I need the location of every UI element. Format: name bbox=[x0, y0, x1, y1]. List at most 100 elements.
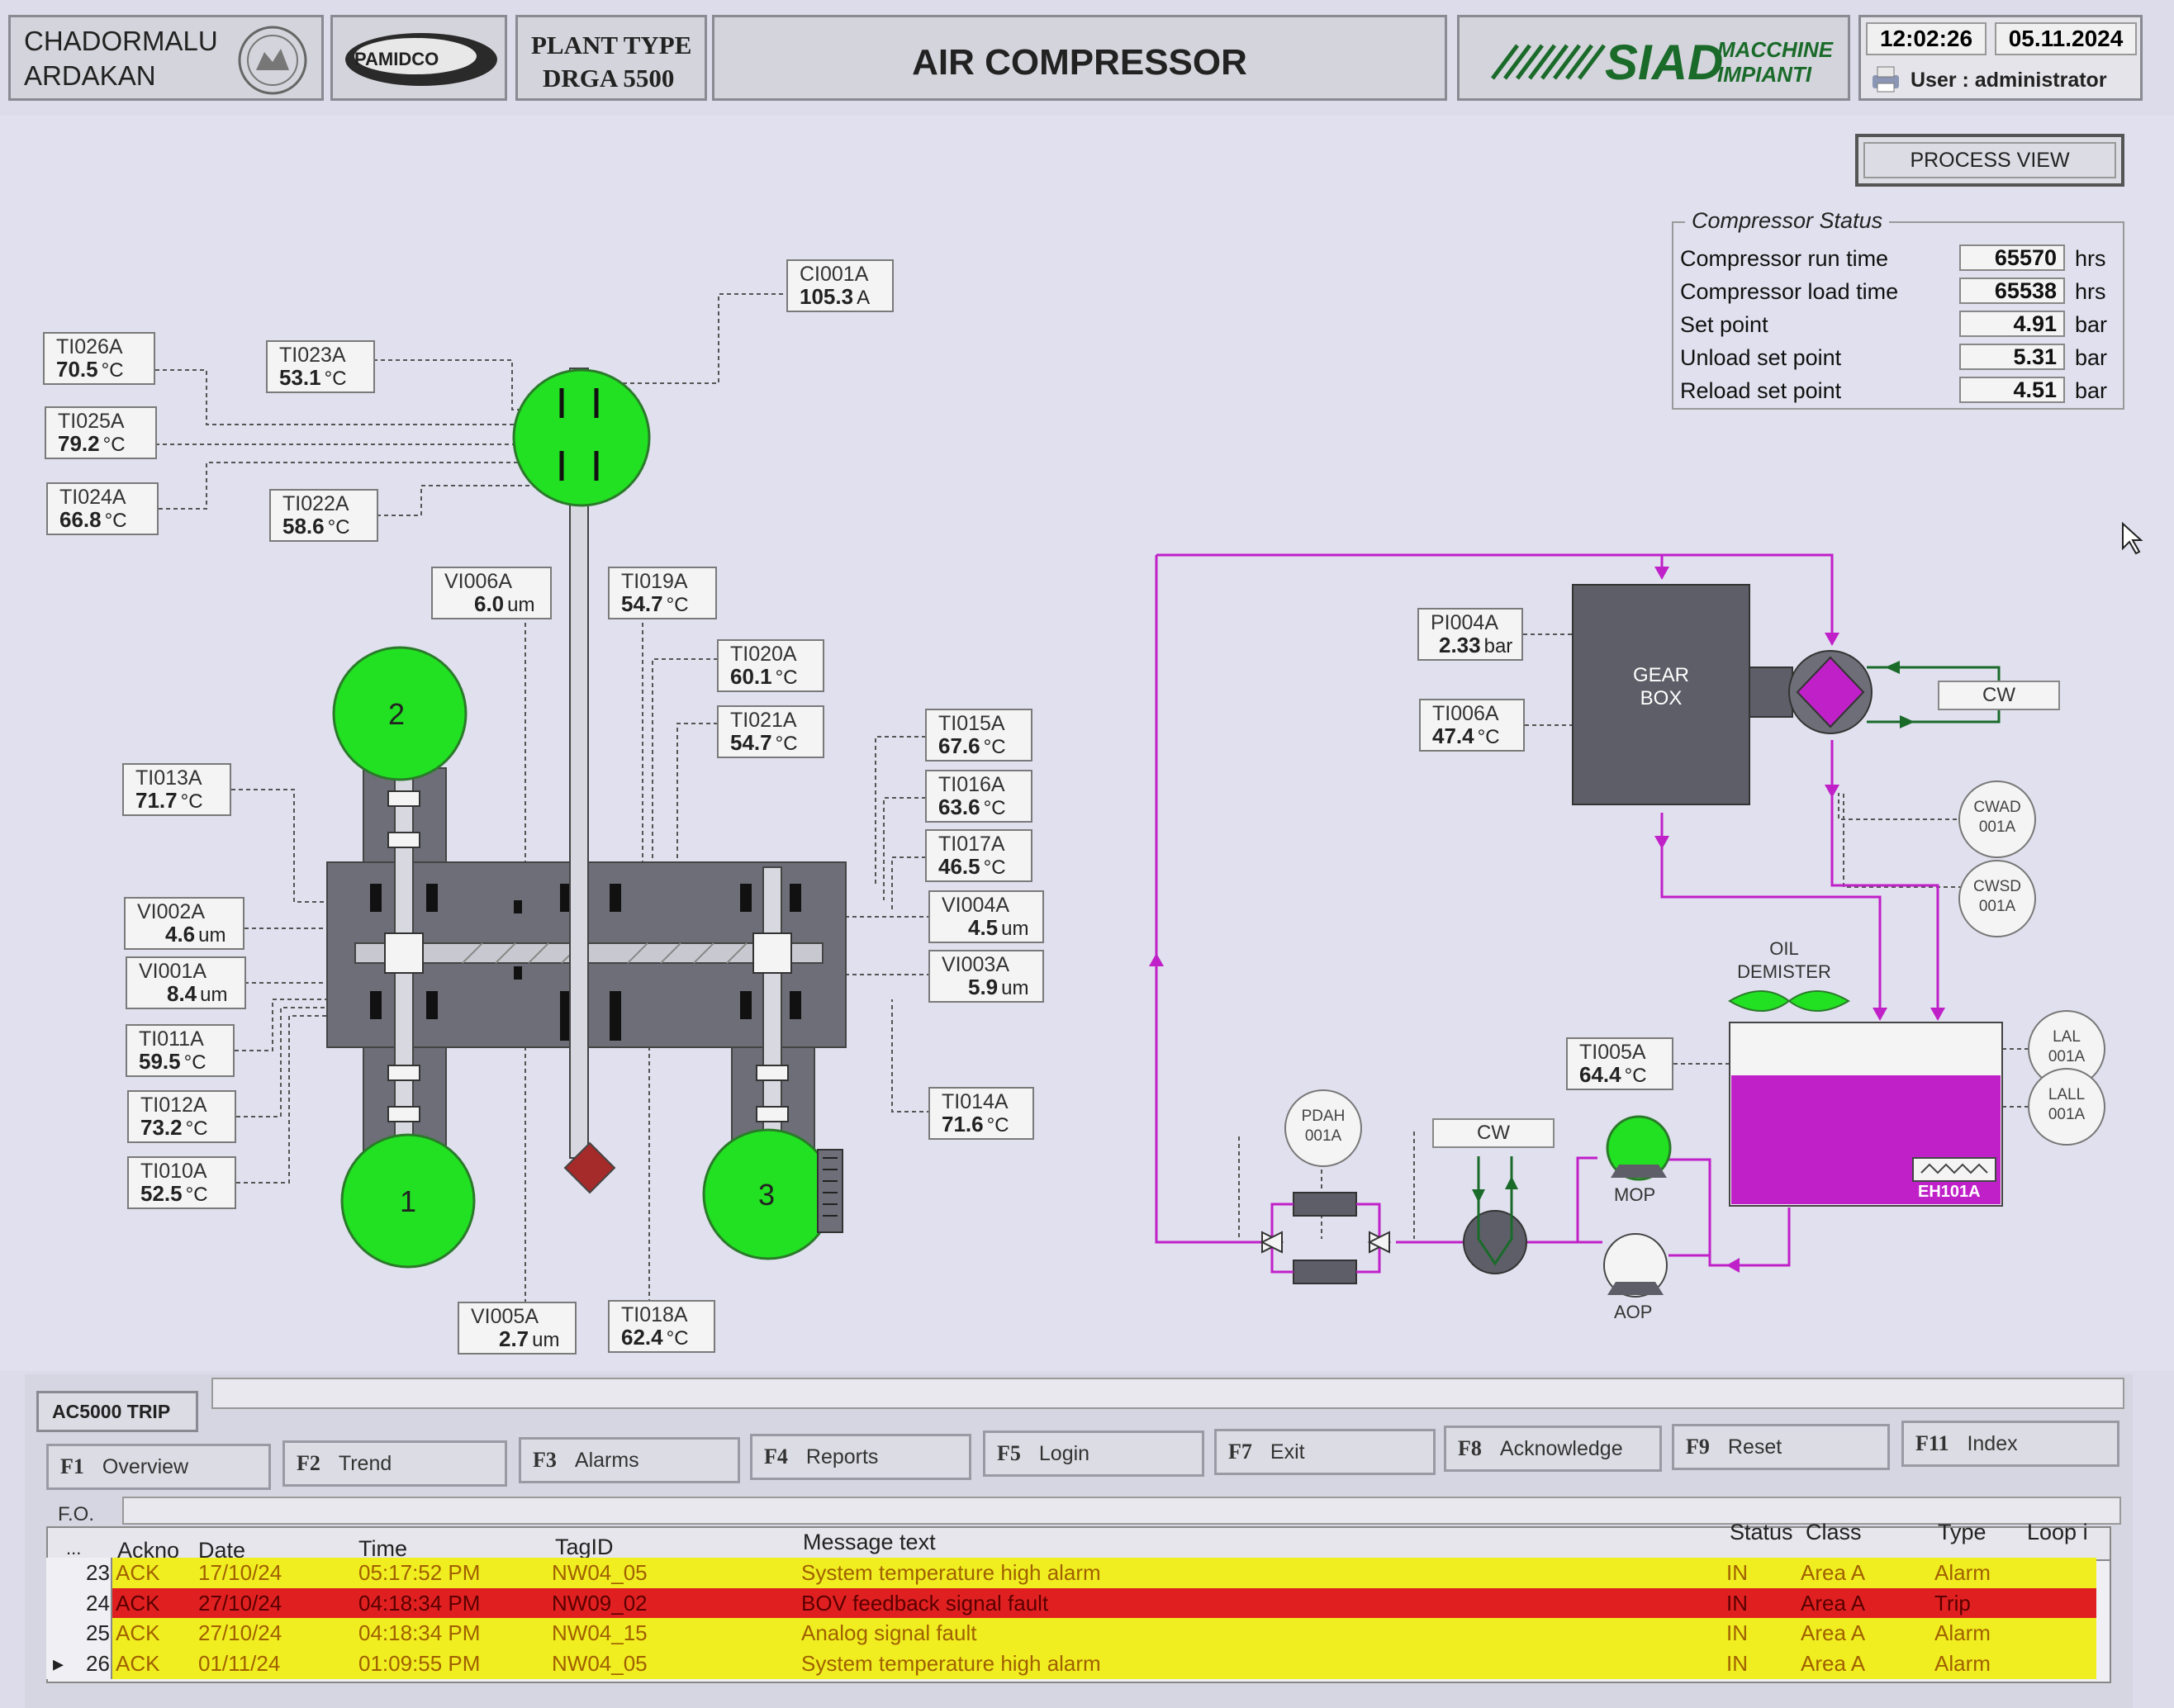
tag-PI004A[interactable]: PI004A 2.33 bar bbox=[1417, 608, 1523, 661]
stage-1-label: 1 bbox=[400, 1184, 417, 1218]
tag-value-group: 54.7 °C bbox=[730, 732, 798, 754]
tag-VI002A[interactable]: VI002A 4.6 um bbox=[124, 897, 244, 950]
gearbox-label-line2: BOX bbox=[1640, 687, 1683, 709]
tag-TI025A[interactable]: TI025A 79.2 °C bbox=[45, 406, 157, 459]
alarm-row[interactable]: 25 ACK 27/10/24 04:18:34 PM NW04_15 Analog si… bbox=[46, 1618, 2096, 1649]
fkey-code: F8 bbox=[1458, 1436, 1482, 1460]
f3-alarms-button[interactable]: F3 Alarms bbox=[519, 1437, 740, 1483]
fkey-code: F5 bbox=[997, 1441, 1021, 1465]
tag-TI026A[interactable]: TI026A 70.5 °C bbox=[43, 332, 155, 385]
demister-label-line2: DEMISTER bbox=[1737, 961, 1831, 982]
siad-logo-icon bbox=[1491, 44, 1606, 80]
tag-TI020A[interactable]: TI020A 60.1 °C bbox=[717, 639, 824, 692]
tag-id: TI018A bbox=[621, 1303, 688, 1326]
tag-TI017A[interactable]: TI017A 46.5 °C bbox=[925, 829, 1032, 882]
tag-value-group: 2.33 bar bbox=[1439, 634, 1512, 657]
tag-TI014A[interactable]: TI014A 71.6 °C bbox=[928, 1087, 1034, 1140]
tag-VI005A[interactable]: VI005A 2.7 um bbox=[458, 1302, 577, 1355]
tag-unit: °C bbox=[983, 856, 1006, 879]
tag-TI005A[interactable]: TI005A 64.4 °C bbox=[1566, 1037, 1673, 1090]
col-header-class[interactable]: Class bbox=[1806, 1520, 1862, 1545]
tag-VI003A[interactable]: VI003A 5.9 um bbox=[928, 950, 1044, 1003]
tag-CI001A[interactable]: CI001A 105.3 A bbox=[786, 259, 894, 312]
col-header-index[interactable]: ... bbox=[66, 1538, 81, 1559]
tag-TI006A[interactable]: TI006A 47.4 °C bbox=[1419, 699, 1525, 752]
tag-id: TI006A bbox=[1432, 702, 1499, 725]
alarm-row[interactable]: ▸ 26 ACK 01/11/24 01:09:55 PM NW04_05 System t… bbox=[46, 1648, 2096, 1679]
col-header-message[interactable]: Message text bbox=[803, 1530, 936, 1555]
tag-value: 63.6 bbox=[938, 795, 980, 819]
tag-VI006A[interactable]: VI006A 6.0 um bbox=[431, 567, 552, 619]
tag-TI010A[interactable]: TI010A 52.5 °C bbox=[127, 1156, 236, 1209]
col-header-type[interactable]: Type bbox=[1938, 1520, 1987, 1545]
tag-TI016A[interactable]: TI016A 63.6 °C bbox=[925, 770, 1032, 823]
alarm-row-number: 23 bbox=[86, 1560, 110, 1585]
tag-TI013A[interactable]: TI013A 71.7 °C bbox=[122, 763, 231, 816]
fkey-code: F9 bbox=[1686, 1435, 1710, 1459]
tag-TI024A[interactable]: TI024A 66.8 °C bbox=[46, 482, 159, 535]
tag-TI012A[interactable]: TI012A 73.2 °C bbox=[127, 1090, 236, 1143]
tag-id: TI024A bbox=[59, 486, 126, 509]
pdah-number: 001A bbox=[1304, 1127, 1342, 1145]
company-name-line2: ARDAKAN bbox=[24, 60, 156, 91]
tag-TI011A[interactable]: TI011A 59.5 °C bbox=[126, 1024, 235, 1077]
process-area: PROCESS VIEW Compressor Status Compresso… bbox=[0, 116, 2174, 1371]
tag-value: 2.33 bbox=[1439, 633, 1481, 657]
f5-login-button[interactable]: F5 Login bbox=[983, 1430, 1204, 1477]
date-box: 05.11.2024 bbox=[1995, 22, 2137, 55]
col-header-loop[interactable]: Loop i bbox=[2027, 1520, 2088, 1545]
tag-VI001A[interactable]: VI001A 8.4 um bbox=[126, 956, 246, 1009]
title-panel: AIR COMPRESSOR bbox=[712, 15, 1447, 101]
brand-logo-panel: PAMIDCO bbox=[330, 15, 507, 101]
f2-trend-button[interactable]: F2 Trend bbox=[282, 1440, 507, 1487]
tag-unit: um bbox=[507, 594, 535, 616]
mouse-cursor-icon bbox=[2122, 521, 2143, 555]
tag-id: TI005A bbox=[1579, 1041, 1646, 1064]
fkey-label: Alarms bbox=[574, 1449, 639, 1472]
alarm-row-class: Area A bbox=[1801, 1590, 1866, 1615]
printer-icon[interactable] bbox=[1869, 64, 1902, 95]
pdah-tag: PDAH bbox=[1301, 1108, 1346, 1125]
stage3-pinion-shaft bbox=[762, 866, 782, 1141]
f8-acknowledge-button[interactable]: F8 Acknowledge bbox=[1444, 1426, 1662, 1472]
tag-TI023A[interactable]: TI023A 53.1 °C bbox=[266, 340, 375, 393]
tag-TI022A[interactable]: TI022A 58.6 °C bbox=[269, 489, 378, 542]
col-header-tagid[interactable]: TagID bbox=[555, 1535, 614, 1560]
tag-id: VI003A bbox=[942, 953, 1010, 976]
tag-value: 47.4 bbox=[1432, 724, 1474, 748]
col-header-status[interactable]: Status bbox=[1730, 1520, 1793, 1545]
tag-value-group: 71.7 °C bbox=[135, 790, 203, 812]
alarm-row-message: Analog signal fault bbox=[801, 1620, 977, 1645]
alarm-row-class: Area A bbox=[1801, 1620, 1866, 1645]
f7-exit-button[interactable]: F7 Exit bbox=[1214, 1429, 1436, 1475]
f1-overview-button[interactable]: F1 Overview bbox=[46, 1444, 271, 1490]
f9-reset-button[interactable]: F9 Reset bbox=[1672, 1424, 1890, 1470]
tag-value-group: 58.6 °C bbox=[282, 515, 350, 538]
fkey-code: F4 bbox=[764, 1445, 788, 1468]
alarm-table-header bbox=[48, 1528, 2110, 1561]
tag-TI015A[interactable]: TI015A 67.6 °C bbox=[925, 709, 1032, 761]
alarm-row[interactable]: 24 ACK 27/10/24 04:18:34 PM NW09_02 BOV feedb… bbox=[46, 1587, 2096, 1619]
alarm-row[interactable]: 23 ACK 17/10/24 05:17:52 PM NW04_05 System te… bbox=[46, 1558, 2096, 1588]
tag-VI004A[interactable]: VI004A 4.5 um bbox=[928, 890, 1044, 943]
alarm-row-date: 27/10/24 bbox=[198, 1590, 282, 1615]
aop-label: AOP bbox=[1614, 1302, 1653, 1322]
tag-unit: °C bbox=[666, 1327, 689, 1350]
vendor-logo-main: SIAD bbox=[1605, 35, 1724, 90]
f11-index-button[interactable]: F11 Index bbox=[1901, 1421, 2119, 1467]
stage-3-intercooler bbox=[817, 1149, 843, 1233]
lal-number: 001A bbox=[2048, 1047, 2086, 1065]
tag-TI019A[interactable]: TI019A 54.7 °C bbox=[608, 567, 717, 619]
tag-TI021A[interactable]: TI021A 54.7 °C bbox=[717, 705, 824, 758]
tank-heater-label: EH101A bbox=[1918, 1183, 1981, 1201]
tag-value-group: 54.7 °C bbox=[621, 593, 689, 615]
f4-reports-button[interactable]: F4 Reports bbox=[750, 1434, 971, 1480]
tag-value-group: 60.1 °C bbox=[730, 666, 798, 688]
tag-value-group: 8.4 um bbox=[167, 983, 228, 1005]
tag-value: 5.9 bbox=[968, 975, 999, 999]
cw-cooler-box: CW bbox=[1938, 681, 2060, 710]
fkey-code: F3 bbox=[533, 1448, 557, 1472]
tag-unit: °C bbox=[775, 667, 798, 689]
trip-indicator[interactable]: AC5000 TRIP bbox=[36, 1391, 198, 1432]
tag-TI018A[interactable]: TI018A 62.4 °C bbox=[608, 1300, 715, 1353]
